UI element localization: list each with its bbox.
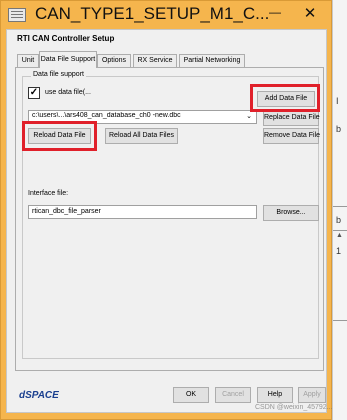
dialog-heading: RTI CAN Controller Setup [17,34,115,43]
background-text-fragment: b [336,215,342,225]
minimize-button[interactable]: — [263,5,287,23]
interface-file-value: rtican_dbc_file_parser [32,208,101,215]
use-data-file-checkbox[interactable]: ✓ [28,87,40,99]
setup-dialog-window: CAN_TYPE1_SETUP_M1_C... — ✕ RTI CAN Cont… [0,0,332,420]
help-button[interactable]: Help [257,387,293,403]
replace-data-file-button[interactable]: Replace Data File [263,110,320,126]
tab-options[interactable]: Options [97,54,131,67]
remove-data-file-button[interactable]: Remove Data File [263,128,320,144]
add-data-file-button[interactable]: Add Data File [257,91,315,107]
data-file-support-group: Data file support ✓ use data file(... Ad… [22,71,320,359]
tab-unit[interactable]: Unit [17,54,39,67]
tab-data-file-support[interactable]: Data File Support [39,51,97,68]
background-text-fragment: 1 [336,246,342,256]
background-app-strip: I b b 1 [332,0,347,420]
csdn-watermark: CSDN @weixin_45792... [255,404,333,411]
background-text-fragment: I [336,96,339,106]
use-data-file-label: use data file(... [45,89,91,96]
tab-rx-service[interactable]: RX Service [133,54,177,67]
data-file-support-panel: Data file support ✓ use data file(... Ad… [15,67,324,371]
data-file-select[interactable]: c:\users\...\ars408_can_database_ch0 -ne… [28,110,257,124]
ok-button[interactable]: OK [173,387,209,403]
dspace-logo: dSPACE [19,390,59,401]
reload-data-file-button[interactable]: Reload Data File [28,128,91,144]
background-divider [333,206,347,207]
reload-all-data-files-button[interactable]: Reload All Data Files [105,128,178,144]
dialog-client-area: RTI CAN Controller Setup Unit Data File … [6,29,327,413]
scroll-up-arrow-icon[interactable]: ▲ [335,232,344,240]
background-text-fragment: b [336,124,342,134]
chevron-down-icon[interactable]: ⌄ [243,112,255,122]
dialog-window-icon [8,8,26,22]
tab-partial-networking[interactable]: Partial Networking [179,54,245,67]
cancel-button[interactable]: Cancel [215,387,251,403]
browse-button[interactable]: Browse... [263,205,319,221]
title-bar[interactable]: CAN_TYPE1_SETUP_M1_C... — ✕ [1,1,331,29]
window-title: CAN_TYPE1_SETUP_M1_C... [35,4,270,23]
group-title: Data file support [31,71,86,78]
apply-button[interactable]: Apply [298,387,326,403]
background-divider [333,320,347,321]
close-button[interactable]: ✕ [293,3,327,25]
background-divider [333,230,347,231]
interface-file-field[interactable]: rtican_dbc_file_parser [28,205,257,219]
interface-file-label: Interface file: [28,190,69,197]
data-file-path: c:\users\...\ars408_can_database_ch0 -ne… [32,112,181,119]
